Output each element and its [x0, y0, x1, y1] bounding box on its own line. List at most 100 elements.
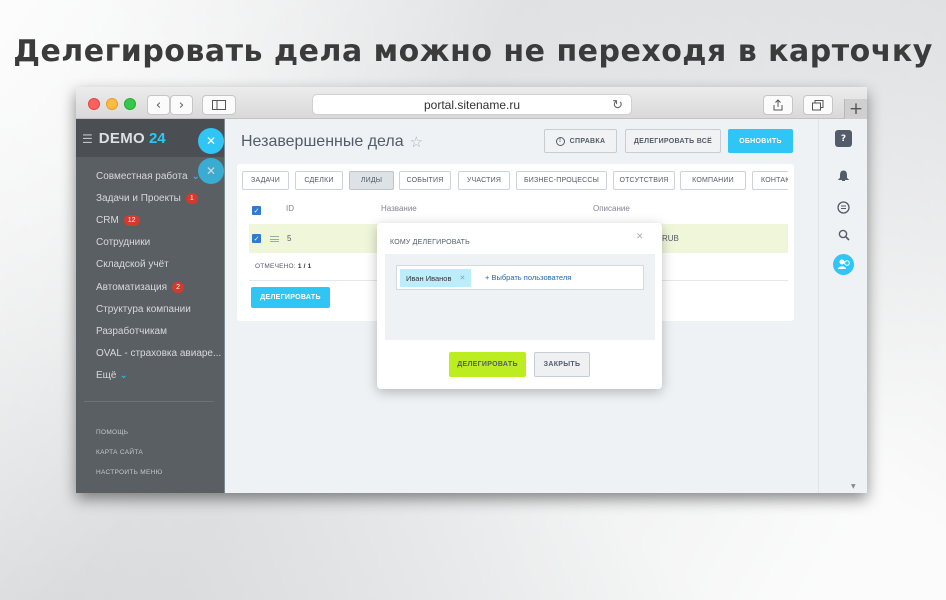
tab-business-processes[interactable]: БИЗНЕС-ПРОЦЕССЫ: [516, 171, 607, 190]
remove-chip-icon[interactable]: ✕: [459, 274, 465, 282]
marked-counter: ОТМЕЧЕНО: 1 / 1: [255, 263, 311, 270]
sidebar-item-warehouse[interactable]: Складской учёт: [96, 259, 169, 270]
sidebar-item-label: Совместная работа: [96, 171, 188, 182]
minimize-window-button[interactable]: [106, 98, 118, 110]
refresh-button[interactable]: ОБНОВИТЬ: [728, 129, 793, 153]
dialog-delegate-label: ДЕЛЕГИРОВАТЬ: [457, 361, 518, 368]
browser-window: ‹ › portal.sitename.ru ↻ + ☰ DEMO 24 Сов…: [76, 87, 867, 493]
sidebar-item-more[interactable]: Ещё ⌄: [96, 370, 128, 381]
close-slider-button-2[interactable]: ✕: [198, 158, 224, 184]
sidebar-item-label: Структура компании: [96, 304, 191, 315]
tab-events[interactable]: СОБЫТИЯ: [399, 171, 451, 190]
delegate-all-label: ДЕЛЕГИРОВАТЬ ВСЁ: [633, 137, 713, 145]
page-title-text: Незавершенные дела: [241, 133, 404, 150]
tabs-button[interactable]: [803, 95, 833, 115]
column-header-id[interactable]: ID: [286, 204, 294, 213]
column-header-description[interactable]: Описание: [593, 204, 630, 213]
chevron-right-icon: ›: [178, 97, 185, 113]
menu-burger-icon[interactable]: ☰: [82, 132, 93, 146]
sidebar-item-oval[interactable]: OVAL - страховка авиаре...: [96, 348, 221, 359]
logo-text: DEMO: [98, 130, 145, 147]
delegate-button[interactable]: ДЕЛЕГИРОВАТЬ: [251, 287, 330, 308]
close-icon: ✕: [205, 134, 217, 148]
sidebar-item-label: Разработчикам: [96, 326, 167, 337]
back-button[interactable]: ‹: [147, 95, 170, 115]
share-icon: [773, 99, 783, 111]
new-tab-button[interactable]: +: [844, 99, 867, 119]
dialog-close-label: ЗАКРЫТЬ: [543, 361, 581, 368]
select-all-checkbox[interactable]: ✓: [252, 206, 261, 215]
tab-deals[interactable]: СДЕЛКИ: [295, 171, 343, 190]
right-toolbar: ? ▼: [818, 119, 867, 493]
forward-button[interactable]: ›: [170, 95, 193, 115]
sidebar-item-label: Складской учёт: [96, 259, 169, 270]
selected-user-chip[interactable]: Иван Иванов ✕: [400, 269, 472, 287]
dialog-close-icon[interactable]: ✕: [636, 232, 644, 242]
sidebar-item-developers[interactable]: Разработчикам: [96, 326, 167, 337]
close-slider-button[interactable]: ✕: [198, 128, 224, 154]
column-header-name[interactable]: Название: [381, 204, 417, 213]
logo[interactable]: ☰ DEMO 24: [82, 130, 166, 147]
sidebar-item-label: Автоматизация: [96, 282, 168, 293]
tab-tasks[interactable]: ЗАДАЧИ: [242, 171, 289, 190]
search-icon[interactable]: [835, 226, 852, 243]
checkmark-icon: ✓: [253, 234, 260, 243]
row-menu-icon[interactable]: [270, 236, 279, 242]
close-icon: ✕: [205, 164, 217, 178]
sidebar-item-label: Ещё: [96, 370, 117, 381]
tab-absences[interactable]: ОТСУТСТВИЯ: [613, 171, 675, 190]
headline: Делегировать дела можно не переходя в ка…: [13, 34, 933, 69]
help-question-icon[interactable]: ?: [835, 130, 852, 147]
sidebar-icon: [212, 100, 226, 110]
chevron-left-icon: ‹: [155, 97, 162, 113]
sidebar-item-label: OVAL - страховка авиаре...: [96, 348, 222, 359]
dialog-body: Иван Иванов ✕ + Выбрать пользователя: [385, 254, 655, 340]
sidebar-help-link[interactable]: ПОМОЩЬ: [96, 429, 128, 436]
sidebar-item-label: Сотрудники: [96, 237, 151, 248]
tab-leads[interactable]: ЛИДЫ: [349, 171, 394, 190]
tab-participations[interactable]: УЧАСТИЯ: [458, 171, 510, 190]
refresh-label: ОБНОВИТЬ: [739, 137, 782, 145]
share-button[interactable]: [763, 95, 793, 115]
maximize-window-button[interactable]: [124, 98, 136, 110]
user-clock-icon[interactable]: [833, 254, 854, 275]
sidebar-toggle-button[interactable]: [202, 95, 236, 115]
help-icon: !: [555, 136, 565, 146]
tab-contacts[interactable]: КОНТАКТЫ: [752, 171, 788, 190]
tab-companies[interactable]: КОМПАНИИ: [680, 171, 746, 190]
sidebar-item-label: CRM: [96, 215, 119, 226]
tabs-bar: ЗАДАЧИ СДЕЛКИ ЛИДЫ СОБЫТИЯ УЧАСТИЯ БИЗНЕ…: [242, 170, 788, 192]
chip-label: Иван Иванов: [406, 273, 452, 283]
logo-number: 24: [148, 130, 166, 147]
bell-icon[interactable]: [835, 167, 852, 184]
chevron-down-icon: ⌄: [119, 370, 128, 381]
row-checkbox[interactable]: ✓: [252, 234, 261, 243]
sidebar-configure-link[interactable]: НАСТРОИТЬ МЕНЮ: [96, 469, 163, 476]
sidebar-sitemap-link[interactable]: КАРТА САЙТА: [96, 449, 143, 456]
sidebar-item-structure[interactable]: Структура компании: [96, 304, 191, 315]
user-selector-input[interactable]: Иван Иванов ✕ + Выбрать пользователя: [396, 265, 644, 290]
dialog-title: КОМУ ДЕЛЕГИРОВАТЬ: [390, 239, 470, 246]
counter-badge: 12: [123, 215, 140, 226]
sidebar-item-collab[interactable]: Совместная работа ⌄: [96, 171, 200, 182]
scroll-down-icon[interactable]: ▼: [851, 483, 856, 490]
sidebar-item-tasks[interactable]: Задачи и Проекты 1: [96, 193, 198, 204]
address-bar[interactable]: portal.sitename.ru ↻: [312, 94, 632, 115]
select-user-link[interactable]: + Выбрать пользователя: [485, 273, 571, 282]
reload-icon[interactable]: ↻: [612, 97, 623, 113]
dialog-close-button[interactable]: ЗАКРЫТЬ: [534, 352, 590, 377]
star-icon[interactable]: ☆: [410, 133, 423, 151]
delegate-all-button[interactable]: ДЕЛЕГИРОВАТЬ ВСЁ: [625, 129, 721, 153]
close-window-button[interactable]: [88, 98, 100, 110]
sidebar-item-automation[interactable]: Автоматизация 2: [96, 282, 184, 293]
page-title: Незавершенные дела ☆: [241, 133, 423, 151]
sidebar-item-crm[interactable]: CRM 12: [96, 215, 140, 226]
plus-icon: +: [848, 99, 864, 119]
chat-icon[interactable]: [835, 199, 852, 216]
sidebar-item-label: Задачи и Проекты: [96, 193, 181, 204]
sidebar-item-employees[interactable]: Сотрудники: [96, 237, 150, 248]
help-button[interactable]: ! СПРАВКА: [544, 129, 617, 153]
marked-value: 1 / 1: [297, 263, 312, 270]
marked-label: ОТМЕЧЕНО:: [255, 263, 296, 270]
dialog-delegate-button[interactable]: ДЕЛЕГИРОВАТЬ: [449, 352, 526, 377]
